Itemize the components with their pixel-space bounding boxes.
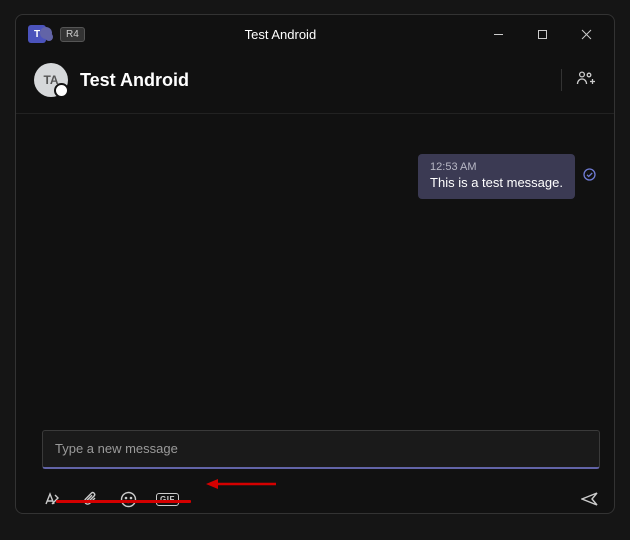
annotation-arrow-icon [206,477,276,491]
message-row: 12:53 AM This is a test message. [34,154,596,199]
chat-title: Test Android [80,70,189,91]
separator [561,69,562,91]
emoji-button[interactable] [118,489,138,509]
maximize-button[interactable] [520,19,564,49]
version-badge: R4 [60,27,85,42]
message-composer[interactable] [42,430,600,469]
message-input[interactable] [55,441,587,456]
chat-window: T R4 Test Android TA Test Android [15,14,615,514]
attach-button[interactable] [80,489,100,509]
gif-button[interactable]: GIF [156,493,179,506]
window-title: Test Android [85,27,476,42]
messages-area: 12:53 AM This is a test message. [16,114,614,430]
close-button[interactable] [564,19,608,49]
avatar[interactable]: TA [34,63,68,97]
message-bubble[interactable]: 12:53 AM This is a test message. [418,154,575,199]
send-button[interactable] [580,489,600,509]
message-text: This is a test message. [430,175,563,190]
titlebar: T R4 Test Android [16,15,614,53]
add-people-button[interactable] [576,70,596,91]
read-receipt-icon [583,168,596,186]
annotation-underline [56,500,191,503]
chat-header-actions [561,69,596,91]
format-button[interactable] [42,489,62,509]
chat-header: TA Test Android [16,53,614,114]
teams-icon: T [28,25,46,43]
message-time: 12:53 AM [430,161,563,173]
window-controls [476,19,608,49]
composer-area [16,430,614,481]
composer-toolbar: GIF [16,481,614,513]
minimize-button[interactable] [476,19,520,49]
